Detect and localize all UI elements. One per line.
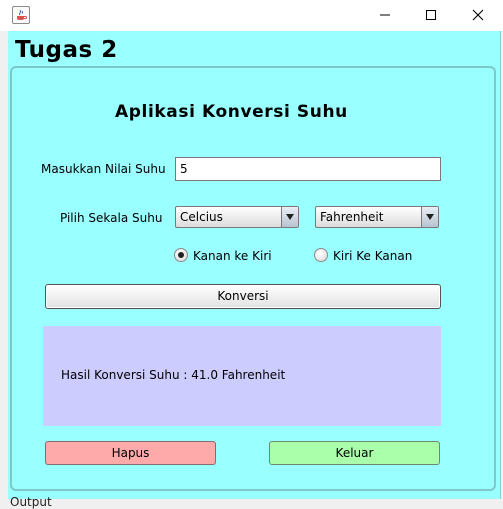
to-scale-select[interactable]: Fahrenheit [315, 206, 439, 228]
result-text: Hasil Konversi Suhu : 41.0 Fahrenheit [61, 368, 286, 382]
main-frame: Tugas 2 Aplikasi Konversi Suhu Masukkan … [8, 31, 501, 499]
window-heading: Tugas 2 [15, 37, 118, 63]
exit-button[interactable]: Keluar [269, 441, 440, 465]
radio-selected-dot [178, 252, 184, 258]
minimize-icon [380, 14, 390, 16]
to-scale-dropdown-arrow[interactable] [421, 207, 438, 227]
convert-button[interactable]: Konversi [45, 284, 441, 309]
chevron-down-icon [426, 214, 434, 220]
radio-right-to-left-label[interactable]: Kanan ke Kiri [193, 249, 272, 263]
radio-left-to-right[interactable] [314, 248, 328, 262]
input-label: Masukkan Nilai Suhu [41, 162, 166, 176]
result-area: Hasil Konversi Suhu : 41.0 Fahrenheit [43, 326, 441, 426]
from-scale-value: Celcius [180, 210, 223, 224]
from-scale-dropdown-arrow[interactable] [281, 207, 298, 227]
clear-button[interactable]: Hapus [45, 441, 216, 465]
to-scale-value: Fahrenheit [320, 210, 384, 224]
temperature-input[interactable] [175, 157, 441, 181]
java-app-icon[interactable] [12, 6, 30, 24]
converter-panel: Aplikasi Konversi Suhu Masukkan Nilai Su… [10, 66, 496, 491]
title-bar [0, 0, 503, 31]
from-scale-select[interactable]: Celcius [175, 206, 299, 228]
minimize-button[interactable] [362, 0, 408, 31]
radio-left-to-right-label[interactable]: Kiri Ke Kanan [333, 249, 412, 263]
app-title: Aplikasi Konversi Suhu [115, 102, 348, 122]
chevron-down-icon [286, 214, 294, 220]
close-icon [472, 9, 484, 21]
close-button[interactable] [455, 0, 501, 31]
maximize-icon [426, 10, 436, 20]
maximize-button[interactable] [408, 0, 454, 31]
scale-label: Pilih Sekala Suhu [60, 211, 163, 225]
radio-right-to-left[interactable] [174, 248, 188, 262]
